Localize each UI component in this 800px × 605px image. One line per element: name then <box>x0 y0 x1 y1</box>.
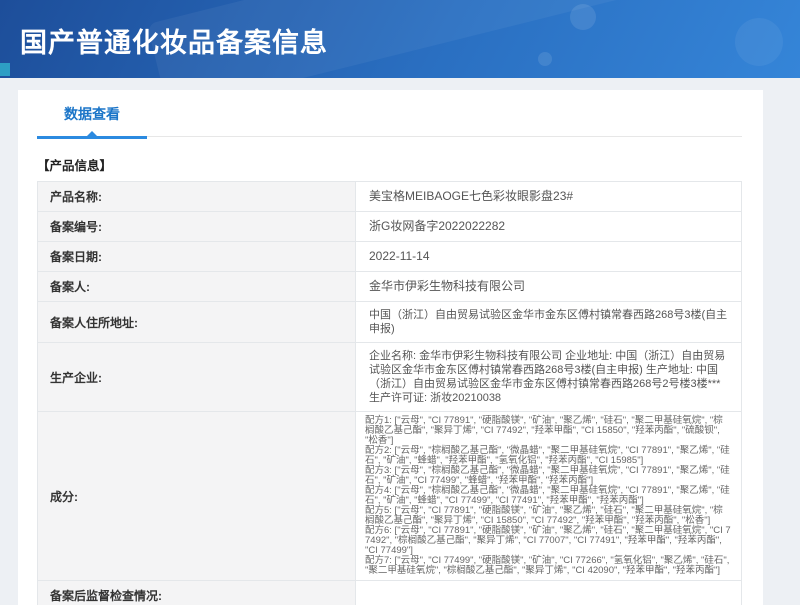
record-no-value: 浙G妆网备字2022022282 <box>356 212 742 242</box>
registrant-value: 金华市伊彩生物科技有限公司 <box>356 272 742 302</box>
ingredients-label: 成分: <box>38 412 356 581</box>
post-record-check-label: 备案后监督检查情况: <box>38 581 356 605</box>
record-date-value: 2022-11-14 <box>356 242 742 272</box>
page-header: 国产普通化妆品备案信息 <box>0 0 800 78</box>
formula-line: 配方5: ["云母", "CI 77891", "硬脂酸镁", "矿油", "聚… <box>365 506 732 526</box>
banner-circle-decoration <box>735 18 783 66</box>
product-info-table: 产品名称: 美宝格MEIBAOGE七色彩妆眼影盘23# 备案编号: 浙G妆网备字… <box>37 181 742 605</box>
formula-line: 配方6: ["云母", "CI 77891", "硬脂酸镁", "矿油", "聚… <box>365 526 732 556</box>
formula-line: 配方7: ["云母", "CI 77499", "硬脂酸镁", "矿油", "C… <box>365 556 732 576</box>
table-row-registrant: 备案人: 金华市伊彩生物科技有限公司 <box>38 272 742 302</box>
manufacturer-value: 企业名称: 金华市伊彩生物科技有限公司 企业地址: 中国（浙江）自由贸易试验区金… <box>356 343 742 412</box>
formula-line: 配方1: ["云母", "CI 77891", "硬脂酸镁", "矿油", "聚… <box>365 416 732 446</box>
content-card: 数据查看 【产品信息】 产品名称: 美宝格MEIBAOGE七色彩妆眼影盘23# … <box>18 90 763 605</box>
table-row-manufacturer: 生产企业: 企业名称: 金华市伊彩生物科技有限公司 企业地址: 中国（浙江）自由… <box>38 343 742 412</box>
record-date-label: 备案日期: <box>38 242 356 272</box>
banner-circle-decoration <box>570 4 596 30</box>
registrant-address-value: 中国（浙江）自由贸易试验区金华市金东区傅村镇常春西路268号3楼(自主申报) <box>356 302 742 343</box>
formula-line: 配方3: ["云母", "棕榈酸乙基己酯", "微晶蜡", "聚二甲基硅氧烷",… <box>365 466 732 486</box>
registrant-label: 备案人: <box>38 272 356 302</box>
formula-line: 配方4: ["云母", "棕榈酸乙基己酯", "微晶蜡", "聚二甲基硅氧烷",… <box>365 486 732 506</box>
registrant-address-label: 备案人住所地址: <box>38 302 356 343</box>
tab-caret-icon <box>87 131 97 136</box>
formula-line: 配方2: ["云母", "棕榈酸乙基己酯", "微晶蜡", "聚二甲基硅氧烷",… <box>365 446 732 466</box>
tab-data-view[interactable]: 数据查看 <box>37 104 147 137</box>
table-row-record-date: 备案日期: 2022-11-14 <box>38 242 742 272</box>
post-record-check-value <box>356 581 742 605</box>
table-row-product-name: 产品名称: 美宝格MEIBAOGE七色彩妆眼影盘23# <box>38 182 742 212</box>
tab-bar: 数据查看 <box>37 104 742 137</box>
record-no-label: 备案编号: <box>38 212 356 242</box>
ingredients-value: 配方1: ["云母", "CI 77891", "硬脂酸镁", "矿油", "聚… <box>356 412 742 581</box>
table-row-registrant-address: 备案人住所地址: 中国（浙江）自由贸易试验区金华市金东区傅村镇常春西路268号3… <box>38 302 742 343</box>
table-row-record-no: 备案编号: 浙G妆网备字2022022282 <box>38 212 742 242</box>
product-name-label: 产品名称: <box>38 182 356 212</box>
banner-circle-decoration <box>538 52 552 66</box>
manufacturer-label: 生产企业: <box>38 343 356 412</box>
table-row-post-record-check: 备案后监督检查情况: <box>38 581 742 605</box>
table-row-ingredients: 成分: 配方1: ["云母", "CI 77891", "硬脂酸镁", "矿油"… <box>38 412 742 581</box>
tab-data-view-label: 数据查看 <box>64 106 120 122</box>
page-title: 国产普通化妆品备案信息 <box>20 21 328 60</box>
page-body: 数据查看 【产品信息】 产品名称: 美宝格MEIBAOGE七色彩妆眼影盘23# … <box>0 78 800 605</box>
product-name-value: 美宝格MEIBAOGE七色彩妆眼影盘23# <box>356 182 742 212</box>
banner-teal-accent <box>0 63 10 76</box>
section-product-info-title: 【产品信息】 <box>37 155 742 174</box>
